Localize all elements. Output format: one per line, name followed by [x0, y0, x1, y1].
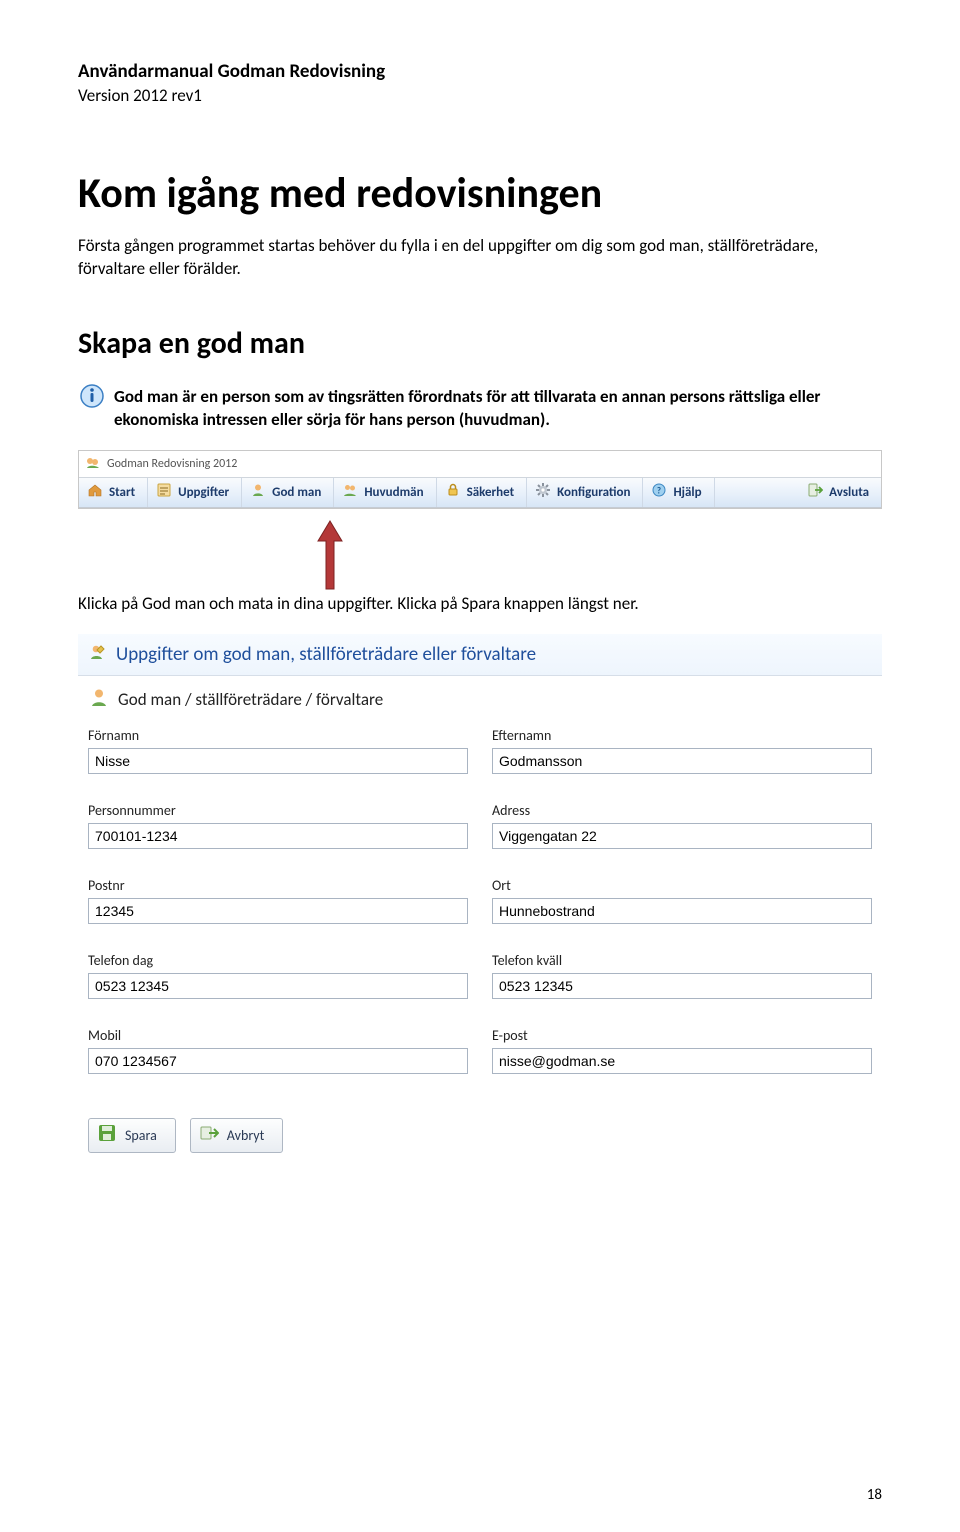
toolbar-label: Huvudmän — [364, 485, 423, 500]
toolbar-item-uppgifter[interactable]: Uppgifter — [148, 478, 242, 507]
toolbar-label: God man — [272, 485, 321, 500]
label-efternamn: Efternamn — [492, 727, 872, 744]
input-adress[interactable] — [492, 823, 872, 849]
input-ort[interactable] — [492, 898, 872, 924]
input-telefon-kvall[interactable] — [492, 973, 872, 999]
app-title-bar: Godman Redovisning 2012 — [79, 451, 881, 477]
godman-form-screenshot: Uppgifter om god man, ställföreträdare e… — [78, 634, 882, 1157]
label-fornamn: Förnamn — [88, 727, 468, 744]
cancel-button-label: Avbryt — [227, 1127, 265, 1144]
exit-icon — [807, 482, 823, 503]
label-postnr: Postnr — [88, 877, 468, 894]
form-subheader-text: God man / ställföreträdare / förvaltare — [118, 689, 383, 710]
help-icon: ? — [651, 482, 667, 503]
app-title-text: Godman Redovisning 2012 — [107, 457, 237, 471]
input-mobil[interactable] — [88, 1048, 468, 1074]
form-header-text: Uppgifter om god man, ställföreträdare e… — [116, 643, 536, 666]
app-icon — [85, 454, 101, 474]
doc-header-title: Användarmanual Godman Redovisning — [78, 60, 882, 83]
info-callout: God man är en person som av tingsrätten … — [78, 382, 882, 432]
input-fornamn[interactable] — [88, 748, 468, 774]
page-title: Kom igång med redovisningen — [78, 168, 882, 219]
toolbar-item-konfiguration[interactable]: Konfiguration — [527, 478, 643, 507]
page-number: 18 — [867, 1486, 882, 1504]
toolbar-item-avsluta[interactable]: Avsluta — [799, 478, 881, 507]
home-icon — [87, 482, 103, 503]
toolbar-item-start[interactable]: Start — [79, 478, 148, 507]
intro-text: Första gången programmet startas behöver… — [78, 235, 882, 281]
label-adress: Adress — [492, 802, 872, 819]
input-postnr[interactable] — [88, 898, 468, 924]
toolbar-item-hjalp[interactable]: ? Hjälp — [643, 478, 714, 507]
person-edit-icon — [88, 642, 108, 667]
toolbar-item-huvudman[interactable]: Huvudmän — [334, 478, 436, 507]
info-icon — [78, 382, 108, 415]
label-personnummer: Personnummer — [88, 802, 468, 819]
form-subheader: God man / ställföreträdare / förvaltare — [78, 676, 882, 727]
toolbar-item-sakerhet[interactable]: Säkerhet — [437, 478, 528, 507]
input-telefon-dag[interactable] — [88, 973, 468, 999]
tasks-icon — [156, 482, 172, 503]
cancel-button[interactable]: Avbryt — [190, 1118, 284, 1153]
toolbar-label: Uppgifter — [178, 485, 229, 500]
lock-icon — [445, 482, 461, 503]
input-epost[interactable] — [492, 1048, 872, 1074]
label-ort: Ort — [492, 877, 872, 894]
click-instruction: Klicka på God man och mata in dina uppgi… — [78, 593, 882, 616]
toolbar-item-godman[interactable]: God man — [242, 478, 334, 507]
doc-header-version: Version 2012 rev1 — [78, 85, 882, 106]
svg-text:?: ? — [657, 485, 661, 496]
label-telefon-kvall: Telefon kväll — [492, 952, 872, 969]
save-button[interactable]: Spara — [88, 1118, 176, 1153]
label-mobil: Mobil — [88, 1027, 468, 1044]
toolbar-label: Start — [109, 485, 135, 500]
info-text: God man är en person som av tingsrätten … — [114, 386, 882, 432]
main-toolbar: Start Uppgifter God man Huvudmän Säkerhe… — [79, 477, 881, 508]
form-header: Uppgifter om god man, ställföreträdare e… — [78, 634, 882, 676]
input-efternamn[interactable] — [492, 748, 872, 774]
person-icon — [88, 686, 110, 713]
save-icon — [97, 1123, 117, 1148]
app-toolbar-screenshot: Godman Redovisning 2012 Start Uppgifter … — [78, 450, 882, 509]
cancel-icon — [199, 1123, 219, 1148]
label-telefon-dag: Telefon dag — [88, 952, 468, 969]
toolbar-label: Konfiguration — [557, 485, 630, 500]
toolbar-label: Säkerhet — [467, 485, 515, 500]
section-title: Skapa en god man — [78, 325, 882, 362]
gear-icon — [535, 482, 551, 503]
person-icon — [250, 482, 266, 503]
toolbar-label: Avsluta — [829, 485, 869, 500]
input-personnummer[interactable] — [88, 823, 468, 849]
arrow-up-icon — [316, 519, 344, 593]
toolbar-label: Hjälp — [673, 485, 701, 500]
label-epost: E-post — [492, 1027, 872, 1044]
save-button-label: Spara — [125, 1127, 157, 1144]
people-icon — [342, 482, 358, 503]
